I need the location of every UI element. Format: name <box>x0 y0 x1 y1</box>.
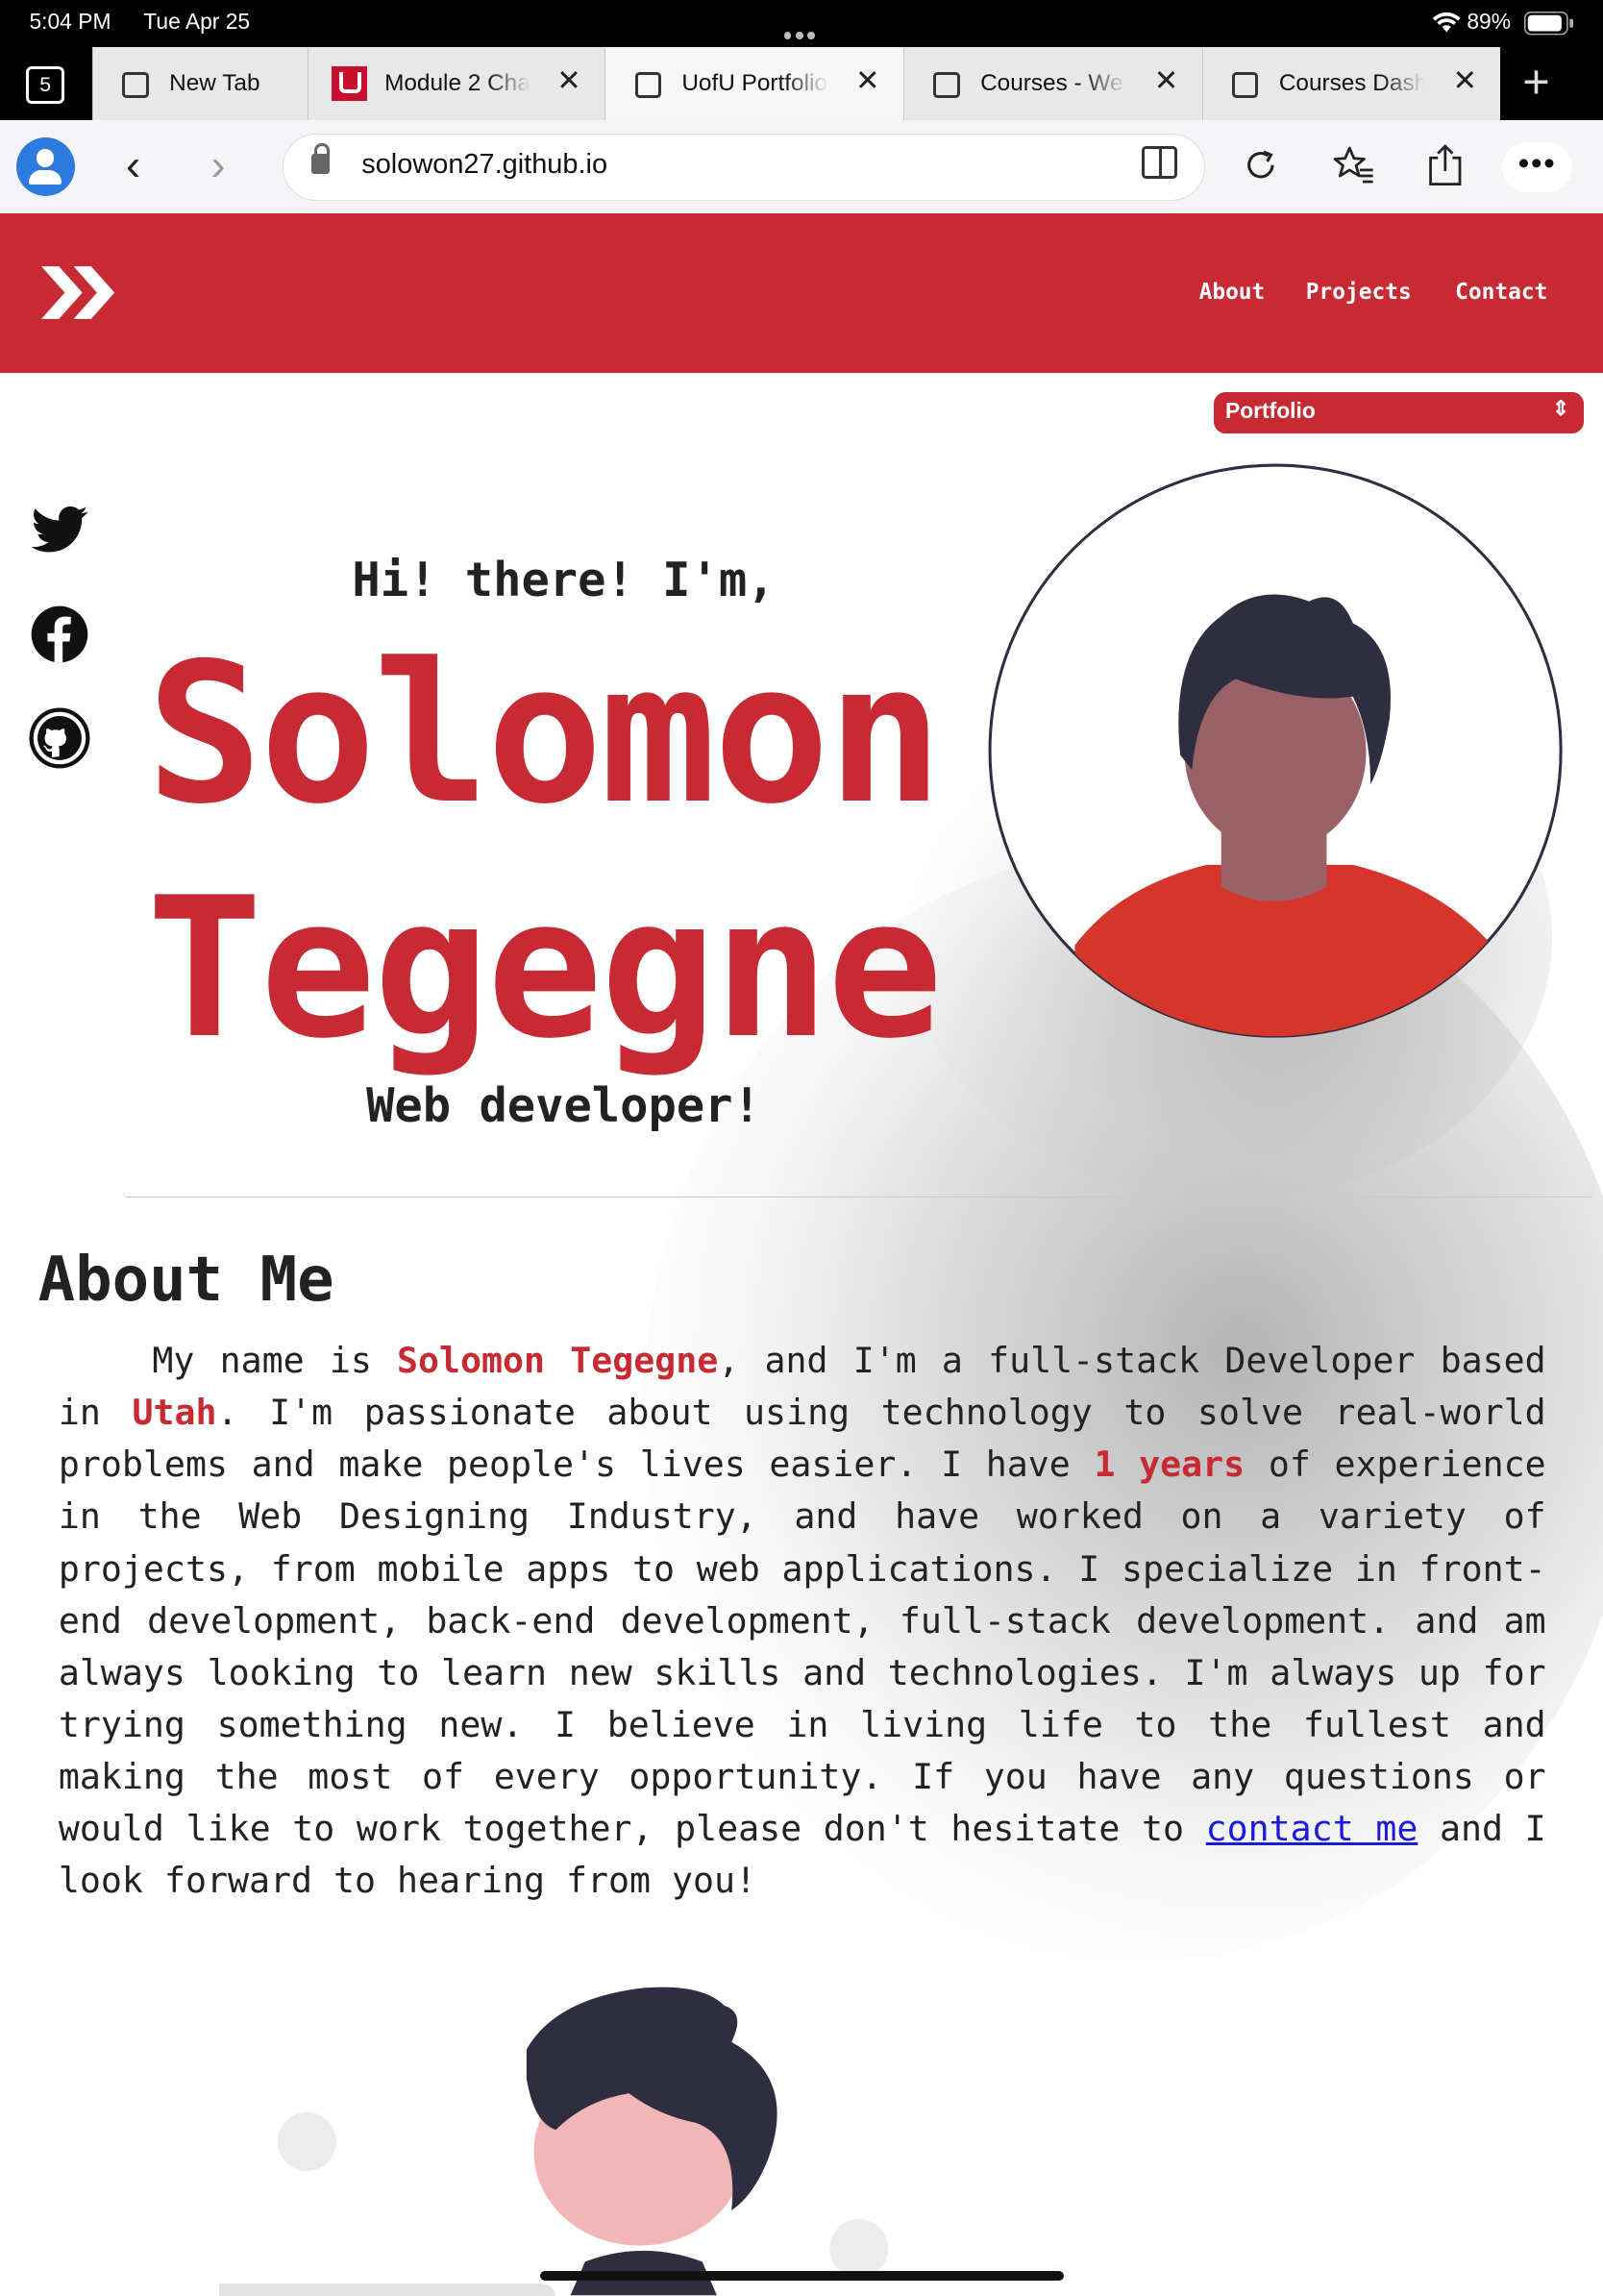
page-icon <box>1232 71 1259 98</box>
page-icon <box>122 71 149 98</box>
status-bar: 5:04 PM Tue Apr 25 89% <box>0 0 1603 44</box>
tab-courses-dashboard[interactable]: Courses Dash ✕ <box>1201 46 1501 120</box>
tab-label: UofU Portfolio <box>681 70 827 97</box>
close-tab-icon[interactable]: ✕ <box>556 64 581 98</box>
page-icon <box>933 71 960 98</box>
hero-role: Web developer! <box>366 1078 761 1133</box>
about-paragraph: My name is Solomon Tegegne, and I'm a fu… <box>59 1335 1546 1907</box>
about-heading: About Me <box>37 1244 334 1316</box>
profile-avatar-illustration <box>988 463 1563 1039</box>
developer-illustration <box>219 1987 889 2296</box>
forward-arrow-icon[interactable]: › <box>210 140 225 190</box>
url-text[interactable]: solowon27.github.io <box>361 149 607 181</box>
chevron-logo-icon[interactable] <box>38 260 120 325</box>
section-divider <box>126 1196 1593 1198</box>
twitter-icon[interactable] <box>29 499 90 560</box>
wifi-icon <box>1432 12 1461 33</box>
close-tab-icon[interactable]: ✕ <box>1452 64 1477 98</box>
new-tab-plus-icon[interactable]: + <box>1522 60 1549 107</box>
back-arrow-icon[interactable]: ‹ <box>126 140 140 190</box>
refresh-icon[interactable] <box>1242 146 1280 185</box>
about-text: of experience in the Web Designing Indus… <box>58 1444 1546 1849</box>
multitask-dots-icon[interactable] <box>781 19 817 46</box>
hero-first-name: Solomon <box>146 622 943 848</box>
status-date: Tue Apr 25 <box>143 9 251 35</box>
profile-avatar-icon[interactable] <box>15 137 75 197</box>
facebook-icon[interactable] <box>29 604 90 665</box>
tab-label: Module 2 Cha <box>384 70 530 97</box>
tab-label: Courses Dash <box>1278 70 1426 97</box>
more-options-icon[interactable]: ••• <box>1501 141 1572 192</box>
battery-icon <box>1523 12 1573 36</box>
hero-greeting: Hi! there! I'm, <box>352 553 776 607</box>
home-indicator[interactable] <box>540 2270 1065 2282</box>
github-icon[interactable] <box>29 707 90 769</box>
nav-about-link[interactable]: About <box>1199 280 1266 305</box>
contact-me-link[interactable]: contact me <box>1206 1808 1418 1849</box>
nav-contact-link[interactable]: Contact <box>1455 280 1547 305</box>
tab-overview-button[interactable]: 5 <box>26 65 64 105</box>
tab-label: New Tab <box>169 70 260 97</box>
uofu-logo-icon <box>332 65 367 102</box>
select-value: Portfolio <box>1224 398 1316 424</box>
close-tab-icon[interactable]: ✕ <box>1154 64 1179 98</box>
tab-uofu-portfolio[interactable]: UofU Portfolio ✕ <box>604 46 903 120</box>
read-aloud-icon[interactable] <box>1142 146 1177 179</box>
battery-percent: 89% <box>1467 9 1512 35</box>
about-name-highlight: Solomon Tegegne <box>397 1340 719 1382</box>
page-icon <box>634 71 661 98</box>
close-tab-icon[interactable]: ✕ <box>855 64 880 98</box>
tab-module-2[interactable]: Module 2 Cha ✕ <box>307 46 605 120</box>
about-years-highlight: 1 years <box>1094 1444 1245 1486</box>
portfolio-select[interactable]: Portfolio ⇕ <box>1213 392 1585 433</box>
nav-projects-link[interactable]: Projects <box>1306 280 1412 305</box>
share-icon[interactable] <box>1426 143 1465 187</box>
lock-icon <box>311 143 330 175</box>
chevron-updown-icon: ⇕ <box>1552 396 1569 420</box>
hero-last-name: Tegegne <box>146 856 943 1082</box>
status-time: 5:04 PM <box>29 9 111 35</box>
favorites-star-icon[interactable] <box>1332 145 1376 186</box>
tab-courses-web[interactable]: Courses - We ✕ <box>902 46 1202 120</box>
about-text: My name is <box>152 1340 398 1382</box>
tab-new-tab[interactable]: New Tab <box>91 46 308 120</box>
about-location-highlight: Utah <box>132 1392 217 1434</box>
tab-label: Courses - We <box>980 70 1123 97</box>
